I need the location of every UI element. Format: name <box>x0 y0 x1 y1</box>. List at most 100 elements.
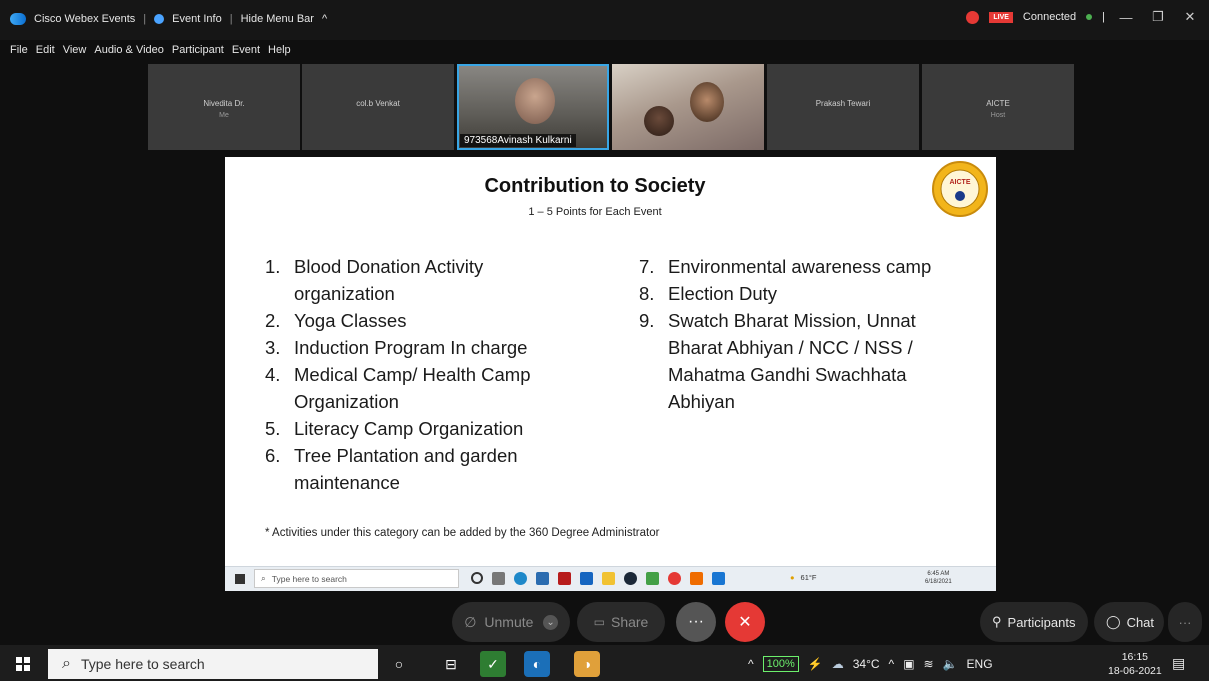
participant-tile[interactable]: Nivedita Dr. Me <box>148 64 300 150</box>
list-item: 6. Tree Plantation and garden maintenance <box>265 445 518 493</box>
participant-tile[interactable]: col.b Venkat <box>302 64 454 150</box>
unmute-button[interactable]: ∅ Unmute ⌄ <box>452 602 570 642</box>
chevron-up-icon[interactable]: ^ <box>322 13 327 25</box>
participant-role: Host <box>990 112 1006 119</box>
leave-meeting-button[interactable]: ✕ <box>725 602 765 642</box>
list-item: 3. Induction Program In charge <box>265 337 528 358</box>
slide-list-left: 1. Blood Donation Activity organization 2… <box>265 253 585 496</box>
participants-button[interactable]: ⚲ Participants <box>980 602 1088 642</box>
restore-button[interactable]: ❐ <box>1147 9 1169 25</box>
system-tray: ^ 100% ⚡ ☁ 34°C ^ ▣ ≋ 🔈 ENG <box>748 649 993 679</box>
shared-tray: ● 61°F <box>790 573 816 582</box>
list-item: 2. Yoga Classes <box>265 310 407 331</box>
participant-name: Nivedita Dr. <box>203 99 245 108</box>
aicte-logo-icon: AICTE <box>932 161 988 217</box>
share-button[interactable]: ▭ Share <box>577 602 665 642</box>
participant-video[interactable] <box>612 64 764 150</box>
temperature[interactable]: 34°C <box>853 657 880 671</box>
app-icon <box>580 572 593 585</box>
steam-icon <box>624 572 637 585</box>
minimize-button[interactable]: — <box>1115 10 1137 25</box>
recording-icon <box>966 10 980 24</box>
app-name: Cisco Webex Events <box>34 13 136 25</box>
notifications-icon[interactable]: ▤ <box>1172 655 1188 671</box>
list-item: 5. Literacy Camp Organization <box>265 418 524 439</box>
participant-video-feed <box>690 82 724 122</box>
title-separator: | <box>143 13 147 25</box>
list-item: 1. Blood Donation Activity organization <box>265 256 484 304</box>
menu-participant[interactable]: Participant <box>172 44 224 56</box>
connection-dot-icon <box>1086 14 1093 20</box>
slide-title: Contribution to Society <box>484 175 706 197</box>
slide-subtitle: 1 – 5 Points for Each Event <box>528 206 662 218</box>
overflow-button[interactable]: ··· <box>1168 602 1202 642</box>
shared-content: Contribution to Society 1 – 5 Points for… <box>225 157 996 591</box>
chevron-down-icon[interactable]: ⌄ <box>543 614 558 630</box>
chat-bubble-icon: ◯ <box>1106 614 1121 629</box>
menu-bar: File Edit View Audio & Video Participant… <box>10 44 291 56</box>
chat-button[interactable]: ◯ Chat <box>1094 602 1164 642</box>
share-icon: ▭ <box>593 615 605 629</box>
battery-indicator[interactable]: 100% <box>762 656 799 672</box>
network-icon[interactable]: ▣ <box>903 657 914 671</box>
app-icon <box>690 572 703 585</box>
edge-icon <box>514 572 527 585</box>
windows-logo-icon <box>235 574 245 584</box>
participant-name: AICTE <box>986 99 1010 108</box>
event-info-button[interactable]: Event Info <box>172 13 222 25</box>
show-hidden-icons-button[interactable]: ^ <box>748 657 754 671</box>
participant-name: 973568Avinash Kulkarni <box>460 134 576 147</box>
webex-taskbar-icon[interactable]: ◐ <box>524 651 550 677</box>
taskbar-search-box[interactable]: ⌕ Type here to search <box>48 649 378 679</box>
menu-audio-video[interactable]: Audio & Video <box>94 44 164 56</box>
list-item: 8. Election Duty <box>639 283 777 304</box>
taskbar-clock[interactable]: 16:15 18-06-2021 <box>1108 650 1162 678</box>
wifi-icon[interactable]: ≋ <box>924 657 934 671</box>
volume-icon[interactable]: 🔈 <box>943 657 958 671</box>
slide-list-right: 7. Environmental awareness camp 8. Electio… <box>639 253 939 415</box>
live-badge: LIVE <box>989 11 1013 23</box>
language-indicator[interactable]: ENG <box>967 657 993 671</box>
title-bar: Cisco Webex Events | Event Info | Hide M… <box>0 0 1209 56</box>
weather-icon: ● <box>790 573 795 582</box>
participant-video-feed <box>644 106 674 136</box>
participant-tile[interactable]: AICTE Host <box>922 64 1074 150</box>
list-item: 4. Medical Camp/ Health Camp Organization <box>265 364 531 412</box>
svg-text:AICTE: AICTE <box>950 179 971 186</box>
app-icon <box>712 572 725 585</box>
shared-clock: 6:45 AM 6/18/2021 <box>925 571 952 585</box>
weather-cloud-icon[interactable]: ☁ <box>832 657 844 671</box>
meeting-controls: ∅ Unmute ⌄ ▭ Share ··· ✕ ⚲ Participants … <box>0 597 1209 645</box>
store-icon <box>536 572 549 585</box>
app-icon[interactable]: ◑ <box>574 651 600 677</box>
start-button[interactable] <box>16 657 30 671</box>
menu-view[interactable]: View <box>63 44 87 56</box>
shared-screen-taskbar: ⌕ Type here to search ● 61°F 6:45 AM 6/1… <box>225 566 996 591</box>
menu-event[interactable]: Event <box>232 44 260 56</box>
chrome-icon <box>668 572 681 585</box>
app-icon <box>646 572 659 585</box>
list-item: 7. Environmental awareness camp <box>639 256 932 277</box>
menu-help[interactable]: Help <box>268 44 291 56</box>
menu-edit[interactable]: Edit <box>36 44 55 56</box>
cortana-icon[interactable]: ○ <box>386 651 412 677</box>
active-speaker-video[interactable]: 973568Avinash Kulkarni <box>457 64 609 150</box>
task-view-icon[interactable]: ⊟ <box>438 651 464 677</box>
participant-tile[interactable]: Prakash Tewari <box>767 64 919 150</box>
close-button[interactable]: ✕ <box>1179 9 1201 25</box>
menu-file[interactable]: File <box>10 44 28 56</box>
participant-role: Me <box>219 112 229 119</box>
shared-taskbar-icons <box>471 572 725 585</box>
app-icon <box>558 572 571 585</box>
chevron-up-icon[interactable]: ^ <box>889 657 895 671</box>
app-icon[interactable]: ✓ <box>480 651 506 677</box>
more-options-button[interactable]: ··· <box>676 602 716 642</box>
hide-menu-bar-button[interactable]: Hide Menu Bar <box>241 13 314 25</box>
event-info-icon[interactable] <box>154 14 165 24</box>
cortana-icon <box>471 572 483 584</box>
connection-status: Connected <box>1022 11 1077 23</box>
power-icon: ⚡ <box>807 657 823 671</box>
title-separator: | <box>1102 11 1105 23</box>
windows-taskbar: ⌕ Type here to search ○ ⊟ ✓ ◐ ◑ ^ 100% ⚡… <box>0 645 1209 681</box>
search-icon: ⌕ <box>62 655 71 672</box>
